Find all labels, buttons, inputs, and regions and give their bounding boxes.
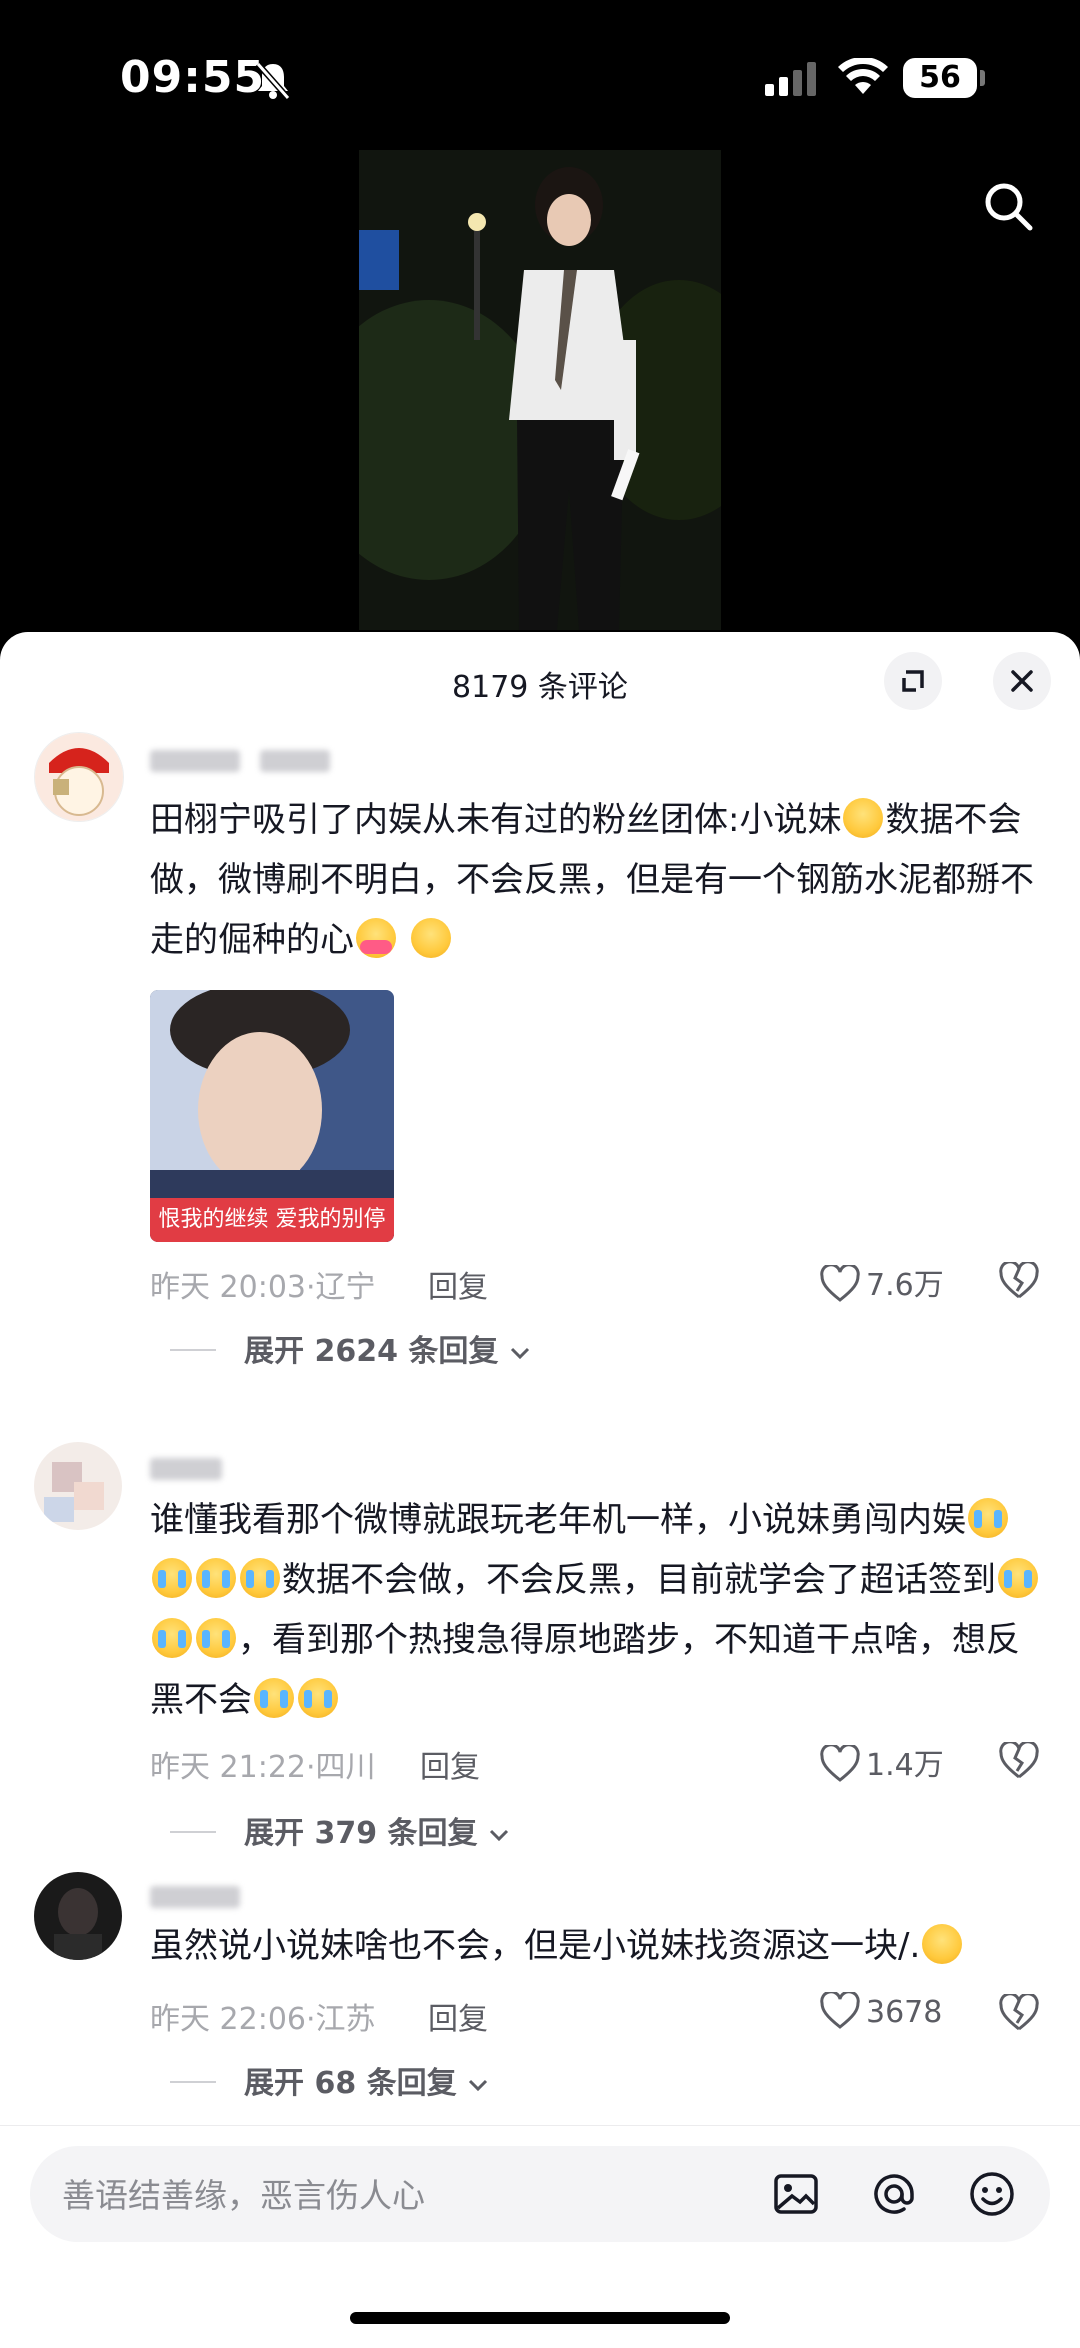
grin-sweat-emoji-icon bbox=[922, 1924, 963, 1964]
crying-emoji-icon bbox=[196, 1618, 236, 1658]
emoji-icon[interactable] bbox=[962, 2164, 1022, 2224]
chevron-down-icon bbox=[510, 1347, 529, 1360]
like-count: 3678 bbox=[866, 1995, 943, 2030]
at-icon[interactable] bbox=[864, 2164, 924, 2224]
video-frame-illustration bbox=[359, 150, 721, 630]
comment-item: 谁懂我看那个微博就跟玩老年机一样，小说妹勇闯内娱数据不会做，不会反黑，目前就学会… bbox=[0, 1412, 1080, 1852]
comment-sheet: 8179 条评论 田栩宁吸引了内娱从未有过的粉丝团体:小说妹 数据不会做，微博刷… bbox=[0, 632, 1080, 2347]
comment-text: 谁懂我看那个微博就跟玩老年机一样，小说妹勇闯内娱数据不会做，不会反黑，目前就学会… bbox=[150, 1490, 1050, 1730]
comment-input-container bbox=[30, 2146, 1050, 2242]
battery-tip bbox=[980, 70, 985, 86]
battery-indicator: 56 bbox=[903, 58, 977, 98]
comment-meta: 昨天 21:22·四川 bbox=[150, 1750, 376, 1785]
comment-location: 江苏 bbox=[315, 2002, 376, 2037]
image-caption: 恨我的继续 爱我的别停 bbox=[150, 1198, 394, 1242]
tearful-emoji-icon bbox=[254, 1678, 294, 1718]
comment-date: 昨天 22:06 bbox=[150, 2002, 306, 2037]
heart-icon bbox=[820, 1743, 860, 1782]
comment-text: 田栩宁吸引了内娱从未有过的粉丝团体:小说妹 数据不会做，微博刷不明白，不会反黑，但… bbox=[150, 790, 1050, 970]
crying-emoji-icon bbox=[998, 1558, 1038, 1598]
bell-muted-icon bbox=[255, 62, 291, 100]
crying-emoji-icon bbox=[152, 1558, 192, 1598]
comment-location: 四川 bbox=[315, 1750, 376, 1785]
avatar-image bbox=[34, 1442, 122, 1530]
comment-text-part: 谁懂我看那个微博就跟玩老年机一样，小说妹勇闯内娱 bbox=[150, 1500, 966, 1540]
close-icon bbox=[1011, 670, 1033, 692]
comment-location: 辽宁 bbox=[315, 1270, 376, 1305]
image-icon[interactable] bbox=[766, 2164, 826, 2224]
chevron-down-icon bbox=[489, 1829, 509, 1842]
like-button[interactable]: 7.6万 bbox=[820, 1260, 944, 1304]
comment-date: 昨天 20:03 bbox=[150, 1270, 306, 1305]
avatar-image bbox=[35, 733, 123, 821]
comment-text-part: 虽然说小说妹啥也不会，但是小说妹找资源这一块/. bbox=[150, 1926, 921, 1966]
comment-item: 虽然说小说妹啥也不会，但是小说妹找资源这一块/. 昨天 22:06·江苏 回复 … bbox=[0, 1872, 1080, 2152]
reply-button[interactable]: 回复 bbox=[428, 1262, 488, 1306]
crying-emoji-icon bbox=[196, 1558, 236, 1598]
comment-sheet-header: 8179 条评论 bbox=[0, 632, 1080, 732]
divider-line bbox=[170, 2081, 216, 2083]
chevron-down-icon bbox=[469, 2079, 488, 2092]
avatar[interactable] bbox=[34, 1872, 122, 1960]
broken-heart-icon[interactable] bbox=[998, 1262, 1040, 1300]
broken-heart-icon[interactable] bbox=[998, 1994, 1040, 2032]
crying-emoji-icon bbox=[152, 1618, 192, 1658]
crying-emoji-icon bbox=[240, 1558, 280, 1598]
like-button[interactable]: 1.4万 bbox=[820, 1740, 944, 1784]
expand-replies-button[interactable]: 展开 2624 条回复 bbox=[170, 1326, 531, 1370]
heart-icon bbox=[820, 1990, 860, 2029]
avatar[interactable] bbox=[34, 732, 124, 822]
close-button[interactable] bbox=[993, 652, 1051, 710]
like-count: 7.6万 bbox=[866, 1268, 944, 1303]
expand-replies-label: 展开 68 条回复 bbox=[244, 2066, 457, 2101]
hug-emoji-icon bbox=[356, 918, 396, 958]
crying-emoji-icon bbox=[968, 1498, 1008, 1538]
reply-button[interactable]: 回复 bbox=[420, 1742, 480, 1786]
expand-replies-button[interactable]: 展开 379 条回复 bbox=[170, 1808, 510, 1852]
divider-line bbox=[170, 1349, 216, 1351]
comment-text-part: 数据不会做，不会反黑，目前就学会了超话签到 bbox=[282, 1560, 996, 1600]
comment-meta: 昨天 20:03·辽宁 bbox=[150, 1270, 376, 1305]
expand-replies-button[interactable]: 展开 68 条回复 bbox=[170, 2058, 489, 2102]
broken-heart-icon[interactable] bbox=[998, 1742, 1040, 1780]
like-button[interactable]: 3678 bbox=[820, 1990, 943, 2030]
search-icon[interactable] bbox=[980, 178, 1036, 234]
wifi-icon bbox=[838, 58, 888, 94]
home-indicator[interactable] bbox=[350, 2312, 730, 2324]
status-time: 09:55 bbox=[120, 52, 266, 103]
video-player[interactable] bbox=[359, 150, 721, 630]
divider-line bbox=[170, 1831, 216, 1833]
comment-image[interactable]: 恨我的继续 爱我的别停 bbox=[150, 990, 394, 1242]
expand-button[interactable] bbox=[884, 652, 942, 710]
comment-item: 田栩宁吸引了内娱从未有过的粉丝团体:小说妹 数据不会做，微博刷不明白，不会反黑，但… bbox=[0, 732, 1080, 1369]
tearful-emoji-icon bbox=[298, 1678, 338, 1718]
comment-input[interactable] bbox=[60, 2168, 754, 2222]
status-bar: 09:55 56 bbox=[0, 0, 1080, 150]
grin-sweat-emoji-icon bbox=[843, 798, 884, 838]
heart-icon bbox=[820, 1263, 860, 1302]
comment-meta: 昨天 22:06·江苏 bbox=[150, 2002, 376, 2037]
comment-text-part: 田栩宁吸引了内娱从未有过的粉丝团体:小说妹 bbox=[150, 800, 842, 840]
expand-replies-label: 展开 379 条回复 bbox=[244, 1816, 478, 1851]
reply-button[interactable]: 回复 bbox=[428, 1994, 488, 2038]
comment-text: 虽然说小说妹啥也不会，但是小说妹找资源这一块/. bbox=[150, 1916, 1050, 1976]
expand-icon bbox=[902, 670, 924, 692]
like-count: 1.4万 bbox=[866, 1748, 944, 1783]
avatar-image bbox=[34, 1872, 122, 1960]
cellular-signal-icon bbox=[765, 62, 816, 96]
comment-date: 昨天 21:22 bbox=[150, 1750, 306, 1785]
expand-replies-label: 展开 2624 条回复 bbox=[244, 1334, 499, 1369]
grin-sweat-emoji-icon bbox=[410, 918, 451, 958]
avatar[interactable] bbox=[34, 1442, 122, 1530]
